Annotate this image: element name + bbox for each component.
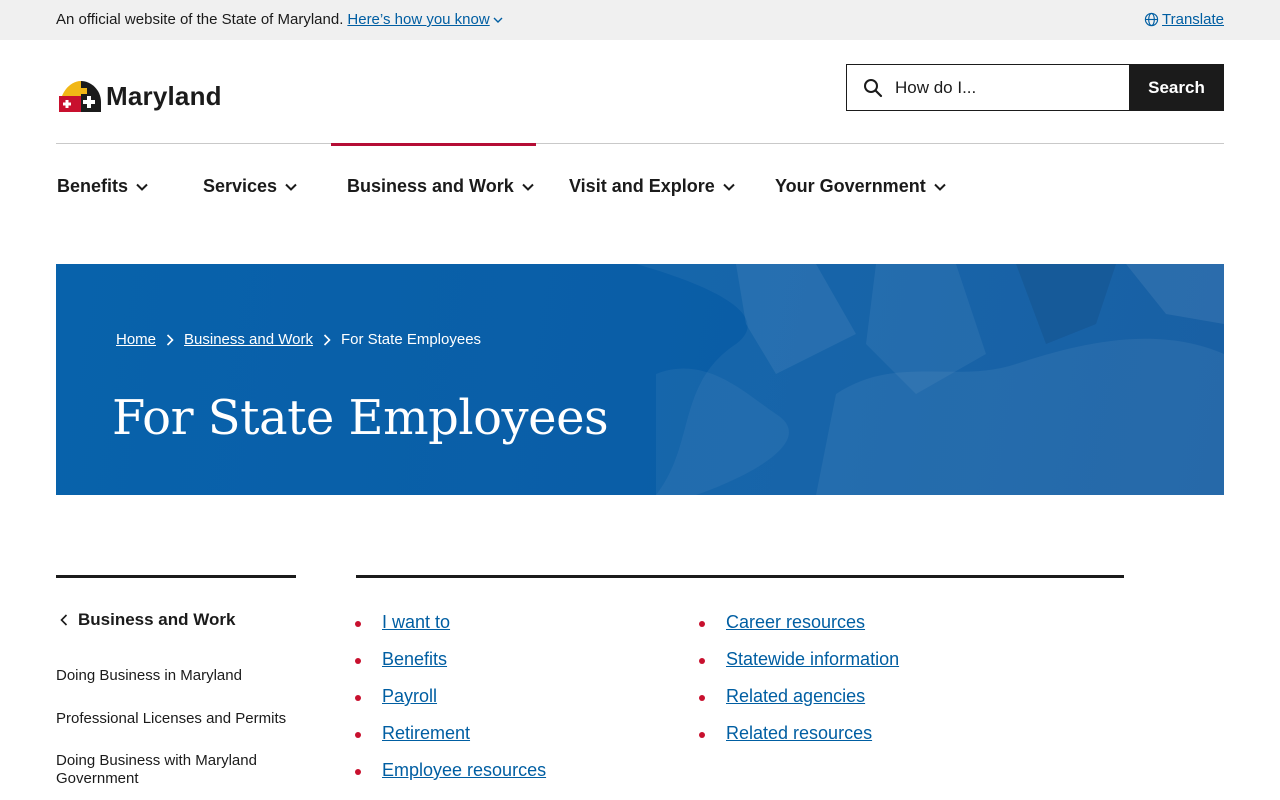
- list-item: Statewide information: [699, 649, 899, 686]
- bullet-dot: [355, 695, 361, 701]
- list-item: Retirement: [355, 723, 546, 760]
- bullet-dot: [699, 658, 705, 664]
- chevron-right-icon: [323, 333, 331, 346]
- chevron-down-icon: [136, 183, 148, 191]
- breadcrumb-business-and-work[interactable]: Business and Work: [184, 331, 313, 348]
- bullet-dot: [699, 732, 705, 738]
- search-input[interactable]: [893, 76, 1117, 99]
- sidebar-item-licenses[interactable]: Professional Licenses and Permits: [56, 710, 301, 728]
- sidebar-item-doing-business[interactable]: Doing Business in Maryland: [56, 667, 301, 685]
- nav-visit-and-explore[interactable]: Visit and Explore: [569, 176, 735, 197]
- list-item: I want to: [355, 612, 546, 649]
- link-related-resources[interactable]: Related resources: [726, 723, 872, 744]
- nav-active-indicator: [331, 143, 536, 146]
- maryland-flag-icon: [59, 81, 101, 112]
- hero-banner: Home Business and Work For State Employe…: [56, 264, 1224, 495]
- link-payroll[interactable]: Payroll: [382, 686, 437, 707]
- link-statewide-information[interactable]: Statewide information: [726, 649, 899, 670]
- link-benefits[interactable]: Benefits: [382, 649, 447, 670]
- list-item: Benefits: [355, 649, 546, 686]
- chevron-down-icon: [493, 17, 503, 24]
- nav-business-and-work-label: Business and Work: [347, 176, 514, 196]
- translate-label: Translate: [1162, 11, 1224, 28]
- official-banner: An official website of the State of Mary…: [0, 0, 1280, 40]
- bullet-dot: [355, 658, 361, 664]
- official-banner-text: An official website of the State of Mary…: [56, 11, 503, 28]
- chevron-down-icon: [522, 183, 534, 191]
- bullet-dot: [355, 769, 361, 775]
- list-item: Related agencies: [699, 686, 899, 723]
- search-icon: [863, 78, 883, 98]
- link-career-resources[interactable]: Career resources: [726, 612, 865, 633]
- link-related-agencies[interactable]: Related agencies: [726, 686, 865, 707]
- link-employee-resources[interactable]: Employee resources: [382, 760, 546, 781]
- official-text: An official website of the State of Mary…: [56, 11, 344, 28]
- nav-your-government-label: Your Government: [775, 176, 926, 196]
- list-item: Related resources: [699, 723, 899, 760]
- chevron-down-icon: [285, 183, 297, 191]
- breadcrumb-home[interactable]: Home: [116, 331, 156, 348]
- sidebar-back-link[interactable]: Business and Work: [60, 610, 235, 630]
- nav-services-label: Services: [203, 176, 278, 196]
- list-item: Payroll: [355, 686, 546, 723]
- link-list-left: I want to Benefits Payroll Retirement Em…: [355, 612, 546, 797]
- page-title: For State Employees: [112, 390, 609, 446]
- list-item: Career resources: [699, 612, 899, 649]
- chevron-right-icon: [166, 333, 174, 346]
- list-item: Employee resources: [355, 760, 546, 797]
- search-box[interactable]: [846, 64, 1130, 111]
- nav-services[interactable]: Services: [203, 176, 297, 197]
- link-list-right: Career resources Statewide information R…: [699, 612, 899, 760]
- breadcrumb-current: For State Employees: [340, 331, 482, 348]
- nav-your-government[interactable]: Your Government: [775, 176, 946, 197]
- sidebar-divider: [56, 575, 296, 578]
- maryland-flag-background: [636, 264, 1224, 495]
- chevron-down-icon: [933, 183, 946, 191]
- link-retirement[interactable]: Retirement: [382, 723, 470, 744]
- nav-benefits[interactable]: Benefits: [57, 176, 148, 197]
- sidebar-item-business-with-government[interactable]: Doing Business with Maryland Government: [56, 752, 301, 788]
- nav-business-and-work[interactable]: Business and Work: [347, 176, 534, 197]
- nav-visit-and-explore-label: Visit and Explore: [569, 176, 715, 196]
- maryland-logo[interactable]: Maryland: [57, 78, 222, 114]
- globe-icon: [1144, 12, 1159, 27]
- link-i-want-to[interactable]: I want to: [382, 612, 450, 633]
- nav-benefits-label: Benefits: [57, 176, 129, 196]
- search-button[interactable]: Search: [1129, 64, 1224, 111]
- heres-how-you-know-link[interactable]: Here’s how you know: [347, 11, 503, 28]
- breadcrumb: Home Business and Work For State Employe…: [116, 331, 481, 348]
- maryland-wordmark: Maryland: [106, 81, 222, 111]
- translate-link[interactable]: Translate: [1144, 11, 1224, 28]
- header-divider: [56, 143, 1224, 144]
- chevron-left-icon: [60, 614, 68, 626]
- sidebar-back-label: Business and Work: [78, 610, 236, 629]
- main-divider: [356, 575, 1124, 578]
- bullet-dot: [699, 695, 705, 701]
- bullet-dot: [699, 621, 705, 627]
- bullet-dot: [355, 732, 361, 738]
- heres-how-you-know-label: Here’s how you know: [347, 11, 490, 28]
- chevron-down-icon: [723, 183, 735, 191]
- bullet-dot: [355, 621, 361, 627]
